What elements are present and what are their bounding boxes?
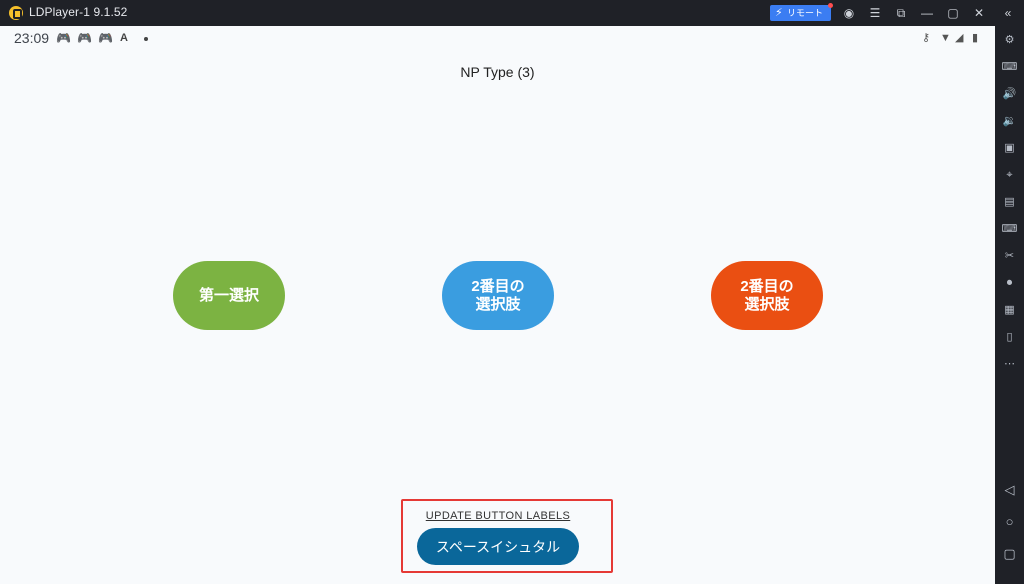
location-icon[interactable]: ⌖ (995, 165, 1024, 185)
signal-icon: ◢ (955, 32, 964, 44)
window-title-bar: LDPlayer-1 9.1.52 ⚡ リモート ◉ ☰ ⧉ — ▢ ✕ « (0, 0, 1024, 26)
first-choice-button[interactable]: 第一選択 (173, 261, 285, 330)
third-choice-button[interactable]: 2番目の 選択肢 (711, 261, 823, 330)
gamepad-icon: 🎮 (56, 31, 71, 45)
volume-up-icon[interactable]: 🔊 (995, 84, 1024, 104)
status-bar: 23:09 🎮 🎮 🎮 A ⚷ ▼ ◢ ▮ (0, 26, 995, 50)
window-title: LDPlayer-1 9.1.52 (29, 5, 128, 19)
wifi-icon: ▼ (940, 32, 951, 44)
popout-icon[interactable]: ⧉ (891, 3, 911, 23)
android-screen: 23:09 🎮 🎮 🎮 A ⚷ ▼ ◢ ▮ NP Type (3) 第一選択 2… (0, 26, 995, 584)
collapse-icon[interactable]: « (998, 3, 1018, 23)
battery-icon: ▮ (972, 32, 979, 44)
emulator-toolbar: ⚙ ⌨ 🔊 🔉 ▣ ⌖ ▤ ⌨ ✂ ⏺ ▦ ▯ ⋯ ◁ ○ ▢ (995, 26, 1024, 584)
more-icon[interactable]: ⋯ (995, 354, 1024, 374)
space-ishtar-button[interactable]: スペースイシュタル (417, 528, 579, 565)
keyboard-icon[interactable]: ⌨ (995, 219, 1024, 239)
volume-down-icon[interactable]: 🔉 (995, 111, 1024, 131)
menu-icon[interactable]: ☰ (865, 3, 885, 23)
second-choice-button[interactable]: 2番目の 選択肢 (442, 261, 554, 330)
keyboard-mapping-icon[interactable]: ⌨ (995, 57, 1024, 77)
more-notifications-icon (144, 37, 148, 41)
record-icon[interactable]: ⏺ (995, 273, 1024, 293)
back-icon[interactable]: ◁ (995, 478, 1024, 502)
screenshot-icon[interactable]: ▣ (995, 138, 1024, 158)
key-icon: ⚷ (922, 32, 931, 44)
maximize-icon[interactable]: ▢ (943, 3, 963, 23)
rotate-icon[interactable]: ▯ (995, 327, 1024, 347)
app-a-icon: A (120, 32, 128, 44)
gamepad-icon: 🎮 (77, 31, 92, 45)
screen-title: NP Type (3) (460, 64, 535, 80)
update-button-labels-link[interactable]: UPDATE BUTTON LABELS (401, 510, 595, 522)
gamepad-icon: 🎮 (98, 31, 113, 45)
lightning-icon: ⚡ (775, 7, 783, 19)
remote-button-label: リモート (787, 8, 824, 18)
home-icon[interactable]: ○ (995, 510, 1024, 534)
recent-apps-icon[interactable]: ▢ (995, 542, 1024, 566)
remote-button[interactable]: ⚡ リモート (770, 3, 833, 21)
account-icon[interactable]: ◉ (839, 3, 859, 23)
scissors-icon[interactable]: ✂ (995, 246, 1024, 266)
settings-icon[interactable]: ⚙ (995, 30, 1024, 50)
ldplayer-logo-icon (9, 6, 23, 20)
notification-dot (828, 3, 833, 8)
close-icon[interactable]: ✕ (969, 3, 989, 23)
minimize-icon[interactable]: — (917, 3, 937, 23)
operation-record-icon[interactable]: ▦ (995, 300, 1024, 320)
apk-install-icon[interactable]: ▤ (995, 192, 1024, 212)
status-time: 23:09 (14, 30, 50, 46)
